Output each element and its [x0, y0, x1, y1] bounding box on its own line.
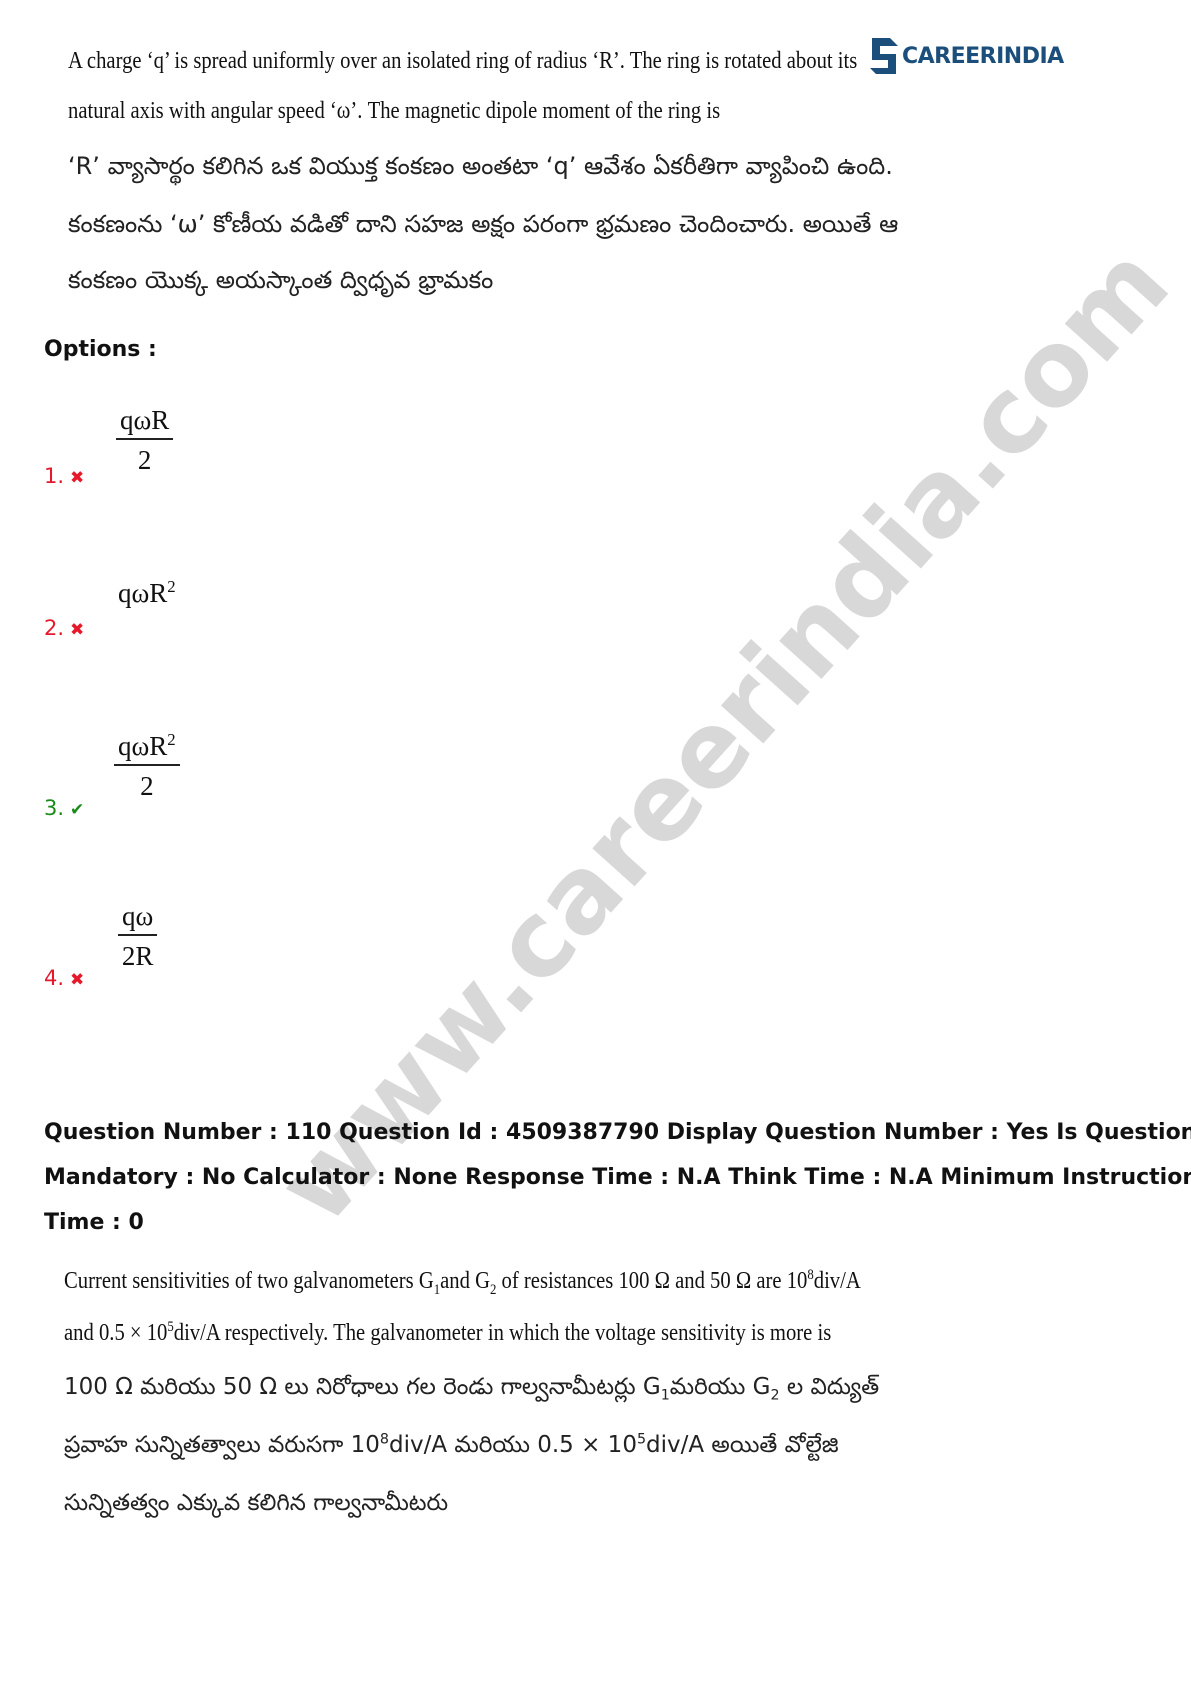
- q110-text-te-line1: 100 Ω మరియు 50 Ω లు నిరోధాలు గల రెండు గా…: [64, 1374, 879, 1406]
- option-1-formula[interactable]: qωR 2: [116, 404, 174, 478]
- option-2-number: 2. ✖: [44, 616, 84, 640]
- option-number-text: 4.: [44, 966, 65, 990]
- text-part: ప్రవాహ సున్నితత్వాలు వరుసగా 10: [64, 1432, 380, 1458]
- cross-icon: ✖: [70, 468, 85, 488]
- option-1-number: 1. ✖: [44, 464, 84, 488]
- text-part: div/A respectively. The galvanometer in …: [173, 1320, 832, 1346]
- superscript: 5: [636, 1431, 647, 1448]
- text-part: and 0.5 × 10: [64, 1320, 168, 1346]
- text-part: ల విద్యుత్: [779, 1374, 880, 1400]
- question-text-en-line1: A charge ‘q’ is spread uniformly over an…: [68, 48, 858, 74]
- denominator: 2: [137, 445, 152, 475]
- q110-text-te-line3: సున్నితత్వం ఎక్కువ కలిగిన గాల్వనామీటరు: [64, 1490, 449, 1516]
- superscript: 2: [167, 577, 176, 596]
- option-4-formula[interactable]: qω 2R: [118, 900, 158, 974]
- q110-text-en-line2: and 0.5 × 105div/A respectively. The gal…: [64, 1320, 831, 1347]
- option-number-text: 3.: [44, 796, 65, 820]
- option-3-formula[interactable]: qωR2 2: [114, 730, 180, 804]
- superscript: 8: [379, 1431, 389, 1448]
- option-number-text: 2.: [44, 616, 65, 640]
- options-label: Options :: [44, 337, 157, 362]
- careerindia-logo: CAREERINDIA: [868, 34, 1064, 78]
- cross-icon: ✖: [70, 970, 85, 990]
- text-part: div/A మరియు 0.5 × 10: [389, 1432, 637, 1458]
- text-part: 100 Ω మరియు 50 Ω లు నిరోధాలు గల రెండు గా…: [64, 1374, 661, 1400]
- option-4-number: 4. ✖: [44, 966, 84, 990]
- q110-text-te-line2: ప్రవాహ సున్నితత్వాలు వరుసగా 108div/A మరి…: [64, 1432, 839, 1464]
- superscript: 2: [167, 730, 176, 749]
- logo-text: CAREERINDIA: [902, 43, 1064, 69]
- question-meta-line3: Time : 0: [44, 1210, 144, 1235]
- subscript: 2: [770, 1387, 780, 1404]
- text-part: and G: [440, 1268, 490, 1294]
- text-part: div/A: [813, 1268, 861, 1294]
- check-icon: ✔: [70, 800, 85, 820]
- cross-icon: ✖: [70, 620, 85, 640]
- numerator: qω: [118, 900, 158, 936]
- subscript: 1: [660, 1387, 670, 1404]
- question-text-en-line2: natural axis with angular speed ‘ω’. The…: [68, 98, 721, 124]
- text-part: of resistances 100 Ω and 50 Ω are 10: [496, 1268, 808, 1294]
- text-part: మరియు G: [669, 1374, 771, 1400]
- option-number-text: 1.: [44, 464, 65, 488]
- option-2-formula[interactable]: qωR2: [118, 578, 176, 609]
- denominator: 2: [140, 771, 154, 801]
- text-part: Current sensitivities of two galvanomete…: [64, 1268, 434, 1294]
- question-meta-line1: Question Number : 110 Question Id : 4509…: [44, 1120, 1191, 1145]
- expression: qωR: [118, 578, 168, 608]
- question-text-te-line2: కంకణంను ‘ω’ కోణీయ వడితో దాని సహజ అక్షం ప…: [68, 210, 899, 238]
- denominator: 2R: [121, 941, 154, 971]
- numerator: qωR: [116, 404, 174, 440]
- logo-shield-icon: [870, 38, 898, 74]
- question-meta-line2: Mandatory : No Calculator : None Respons…: [44, 1165, 1191, 1190]
- q110-text-en-line1: Current sensitivities of two galvanomete…: [64, 1268, 861, 1298]
- text-part: div/A అయితే వోల్టేజి: [646, 1432, 839, 1458]
- numerator-text: qωR: [118, 731, 168, 761]
- option-3-number: 3. ✔: [44, 796, 84, 820]
- question-text-te-line3: కంకణం యొక్క అయస్కాంత ద్విధృవ భ్రామకం: [68, 266, 494, 294]
- numerator: qωR2: [114, 730, 180, 766]
- question-text-te-line1: ‘R’ వ్యాసార్థం కలిగిన ఒక వియుక్త కంకణం అ…: [68, 152, 893, 180]
